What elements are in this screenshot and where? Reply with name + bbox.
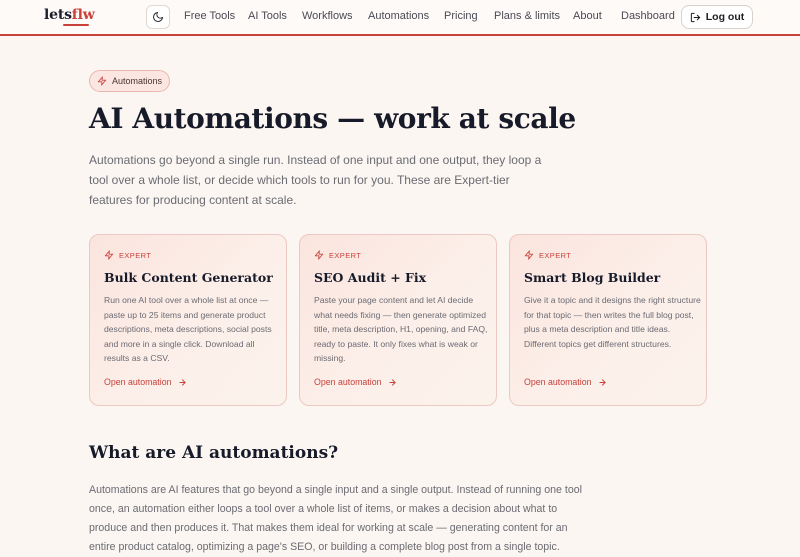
arrow-right-icon [178, 378, 187, 387]
card-title: Bulk Content Generator [104, 270, 273, 285]
card-description: Run one AI tool over a whole list at onc… [104, 295, 272, 363]
automation-card-bulk-content[interactable]: EXPERT Bulk Content Generator Run one AI… [89, 234, 287, 406]
logout-label: Log out [705, 11, 745, 23]
nav-ai-tools[interactable]: AI Tools [248, 10, 287, 22]
logo-underline [63, 24, 89, 26]
logo[interactable]: letsflw [44, 7, 95, 23]
link-label: Open automation [314, 377, 382, 387]
arrow-right-icon [388, 378, 397, 387]
logout-button[interactable]: Log out [681, 5, 753, 29]
open-automation-link[interactable]: Open automation [314, 377, 397, 387]
nav-automations[interactable]: Automations [368, 10, 429, 22]
arrow-right-icon [598, 378, 607, 387]
lightning-icon [97, 76, 107, 86]
pill-label: Automations [111, 76, 163, 86]
nav-free-tools[interactable]: Free Tools [184, 10, 235, 22]
expert-badge: EXPERT [524, 250, 571, 260]
section-body: Automations are AI features that go beyo… [89, 484, 582, 553]
logo-suffix: flw [71, 7, 95, 23]
moon-icon [152, 11, 164, 23]
nav-pricing[interactable]: Pricing [444, 10, 478, 22]
theme-toggle-button[interactable] [146, 5, 170, 29]
lightning-icon [524, 250, 534, 260]
nav-about[interactable]: About [573, 10, 602, 22]
card-description: Paste your page content and let AI decid… [314, 295, 488, 363]
link-label: Open automation [524, 377, 592, 387]
badge-label: EXPERT [329, 250, 362, 260]
section-title: What are AI automations? [89, 443, 339, 463]
link-label: Open automation [104, 377, 172, 387]
automation-card-smart-blog[interactable]: EXPERT Smart Blog Builder Give it a topi… [509, 234, 707, 406]
expert-badge: EXPERT [104, 250, 151, 260]
lightning-icon [104, 250, 114, 260]
logout-icon [690, 12, 701, 23]
badge-label: EXPERT [119, 250, 152, 260]
top-navbar: letsflw Free Tools AI Tools Workflows Au… [0, 0, 800, 36]
lightning-icon [314, 250, 324, 260]
badge-label: EXPERT [539, 250, 572, 260]
nav-dashboard[interactable]: Dashboard [621, 10, 675, 22]
logo-prefix: lets [44, 7, 72, 23]
card-title: SEO Audit + Fix [314, 270, 427, 285]
automation-card-seo-audit[interactable]: EXPERT SEO Audit + Fix Paste your page c… [299, 234, 497, 406]
card-description: Give it a topic and it designs the right… [524, 295, 701, 349]
page-description: Automations go beyond a single run. Inst… [89, 153, 542, 207]
card-title: Smart Blog Builder [524, 270, 661, 285]
open-automation-link[interactable]: Open automation [524, 377, 607, 387]
expert-badge: EXPERT [314, 250, 361, 260]
nav-plans-limits[interactable]: Plans & limits [494, 10, 560, 22]
nav-workflows[interactable]: Workflows [302, 10, 353, 22]
section-pill: Automations [89, 70, 170, 92]
open-automation-link[interactable]: Open automation [104, 377, 187, 387]
page-title: AI Automations — work at scale [89, 102, 576, 135]
